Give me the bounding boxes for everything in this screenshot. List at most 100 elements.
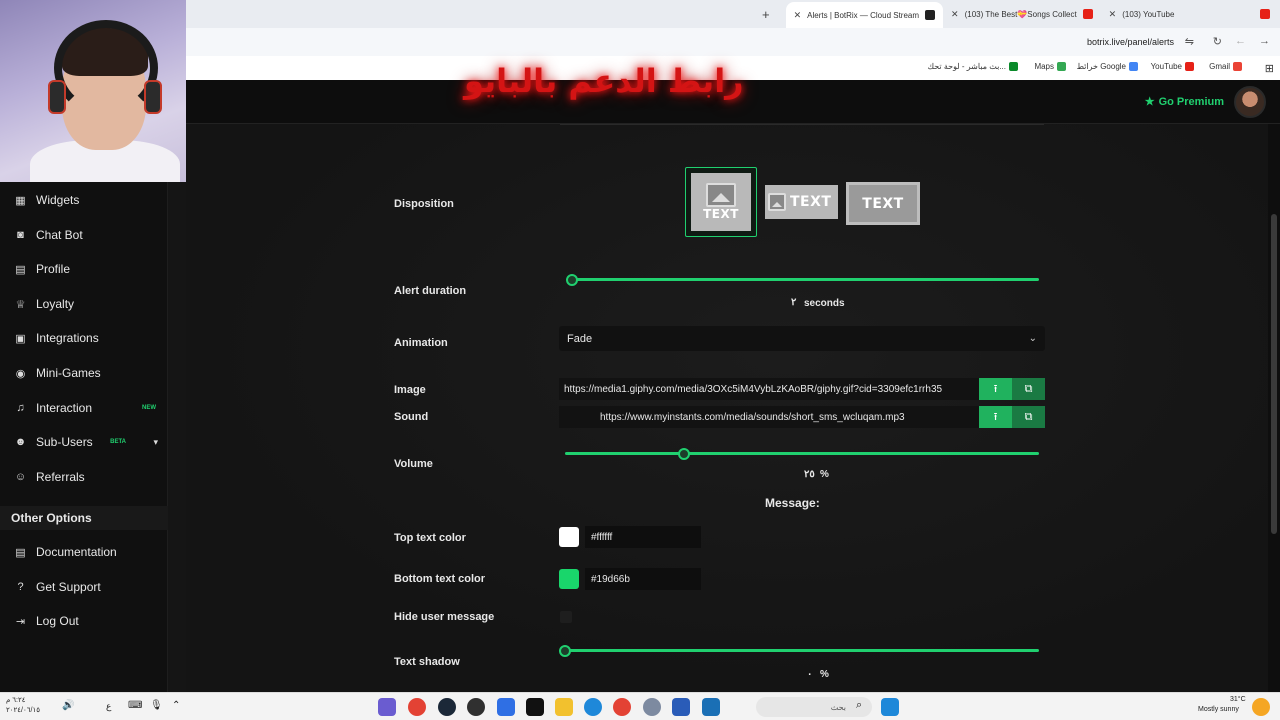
youtube-favicon-icon [1082,9,1093,19]
sidebar-item-log-out[interactable]: ⇥ Log Out [0,606,168,636]
hide-user-message-checkbox[interactable] [560,611,572,623]
tab-label: Alerts | BotRix — Cloud Stream [807,10,920,20]
sidebar-item-documentation[interactable]: ▤ Documentation [0,537,168,567]
close-tab-icon[interactable]: ✕ [794,10,802,21]
weather-sun-icon[interactable] [1252,698,1270,716]
sidebar-item-profile[interactable]: ▤ Profile [0,254,168,284]
bookmark-item[interactable]: Gmail [1209,62,1242,71]
hide-user-message-label: Hide user message [394,611,495,623]
steam-icon[interactable] [438,698,456,716]
tab-youtube[interactable]: ✕ (103) YouTube [1101,2,1279,26]
bottom-text-color-input[interactable]: #19d66b [585,568,701,590]
image-url-input[interactable]: https://media1.giphy.com/media/3OXc5iM4V… [559,378,979,400]
close-tab-icon[interactable]: ✕ [951,9,959,20]
keyboard-language[interactable]: ع [106,701,111,712]
weather-temp[interactable]: 31°C [1230,696,1246,703]
weather-desc[interactable]: Mostly sunny [1198,706,1239,713]
image-placeholder-icon [768,193,786,211]
disposition-option-image-left[interactable]: TEXT [765,185,838,219]
disposition-label: Disposition [394,198,454,210]
animation-select[interactable]: Fade ⌄ [559,326,1045,351]
sidebar-item-chat-bot[interactable]: ◙ Chat Bot [0,220,168,250]
sound-library-button[interactable]: ⧉ [1012,406,1045,428]
avatar[interactable] [1234,86,1266,118]
upload-image-button[interactable]: ⭱ [979,378,1012,400]
image-label: Image [394,384,426,396]
star-icon: ★ [1144,96,1155,108]
gamepad-icon: ◉ [15,367,26,380]
windows-start-icon[interactable] [881,698,899,716]
reload-icon[interactable]: ↻ [1213,35,1222,48]
edge-icon[interactable] [584,698,602,716]
clock-date[interactable]: ٢٠٢٤/٠٦/١٥ [6,706,40,714]
apps-grid-icon[interactable]: ⊞ [1265,62,1274,75]
forward-icon[interactable]: ← [1235,35,1246,47]
obs-icon[interactable] [467,698,485,716]
site-settings-icon[interactable]: ⇋ [1185,35,1194,48]
url-text[interactable]: botrix.live/panel/alerts [1087,37,1174,47]
sidebar-item-get-support[interactable]: ? Get Support [0,572,168,602]
chevron-down-icon[interactable]: ▾ [153,437,158,448]
image-placeholder-icon [706,183,736,207]
animation-selected-value: Fade [567,332,593,345]
sound-url-input[interactable]: https://www.myinstants.com/media/sounds/… [559,406,979,428]
text-shadow-slider[interactable] [565,649,1039,652]
capcut-icon[interactable] [526,698,544,716]
back-icon[interactable]: → [1259,35,1270,47]
sidebar-item-integrations[interactable]: ▣ Integrations [0,323,168,353]
settings-icon[interactable] [643,698,661,716]
image-library-button[interactable]: ⧉ [1012,378,1045,400]
volume-label: Volume [394,458,433,470]
chrome-icon[interactable] [408,698,426,716]
maps-icon [1057,62,1066,71]
disposition-option-image-top[interactable]: TEXT [685,167,757,237]
tab-youtube-songs[interactable]: ✕ (103) The Best💝Songs Collect [943,2,1101,26]
speaker-icon[interactable]: 🔊 [62,700,74,711]
volume-slider[interactable] [565,452,1039,455]
vpn-icon[interactable] [702,698,720,716]
keyboard-icon[interactable]: ⌨ [128,700,142,711]
disposition-option-text-over[interactable]: TEXT [846,182,920,225]
go-premium-button[interactable]: ★ Go Premium [1144,95,1224,109]
address-bar: botrix.live/panel/alerts ⇋ ↻ ← → [186,28,1280,56]
sidebar-item-referrals[interactable]: ☺ Referrals [0,462,168,492]
sidebar-item-widgets[interactable]: ▦ Widgets [0,185,168,215]
alert-duration-slider[interactable] [572,278,1039,281]
sidebar-item-sub-users[interactable]: ☻ Sub-Users BETA ▾ [0,427,168,457]
scrollbar-thumb[interactable] [1271,214,1277,534]
youtube-favicon-icon [1260,9,1271,19]
taskbar-search[interactable]: بحث [756,697,872,717]
app-icon[interactable] [497,698,515,716]
tab-botrix-alerts[interactable]: ✕ Alerts | BotRix — Cloud Stream [785,2,944,28]
widgets-icon: ▦ [15,194,26,207]
alert-duration-slider-handle[interactable] [566,274,578,286]
chevron-up-icon[interactable]: ⌃ [172,700,180,711]
volume-slider-handle[interactable] [677,448,690,460]
top-text-color-input[interactable]: #ffffff [585,526,701,548]
app-icon[interactable] [672,698,690,716]
sidebar-item-label: Profile [36,262,71,276]
gallery-icon: ⧉ [1024,410,1033,423]
clock-time[interactable]: ٦:٢٤ م [6,696,26,704]
botrix-favicon-icon [925,10,936,20]
page-scrollbar[interactable] [1268,124,1280,692]
close-tab-icon[interactable]: ✕ [1109,9,1117,20]
upload-sound-button[interactable]: ⭱ [979,406,1012,428]
sidebar-item-mini-games[interactable]: ◉ Mini-Games [0,358,168,388]
chrome-icon[interactable] [613,698,631,716]
bookmark-item[interactable]: خرائط Google [1077,62,1138,71]
bookmark-item[interactable]: بث مباشر - لوحة تحك... [928,62,1018,71]
top-text-color-swatch[interactable] [559,527,579,547]
divider [560,124,1044,125]
profile-icon: ▤ [15,263,26,276]
sidebar-item-loyalty[interactable]: ♕ Loyalty [0,289,168,319]
new-tab-button[interactable]: + [762,7,770,22]
file-explorer-icon[interactable] [555,698,573,716]
text-shadow-slider-handle[interactable] [559,645,571,657]
bookmark-item[interactable]: YouTube [1151,62,1194,71]
microphone-icon[interactable]: 🎙 [150,700,163,711]
bottom-text-color-swatch[interactable] [559,569,579,589]
sidebar-item-interaction[interactable]: ♫ Interaction NEW [0,393,168,423]
bookmark-item[interactable]: Maps [1034,62,1066,71]
discord-icon[interactable] [378,698,396,716]
